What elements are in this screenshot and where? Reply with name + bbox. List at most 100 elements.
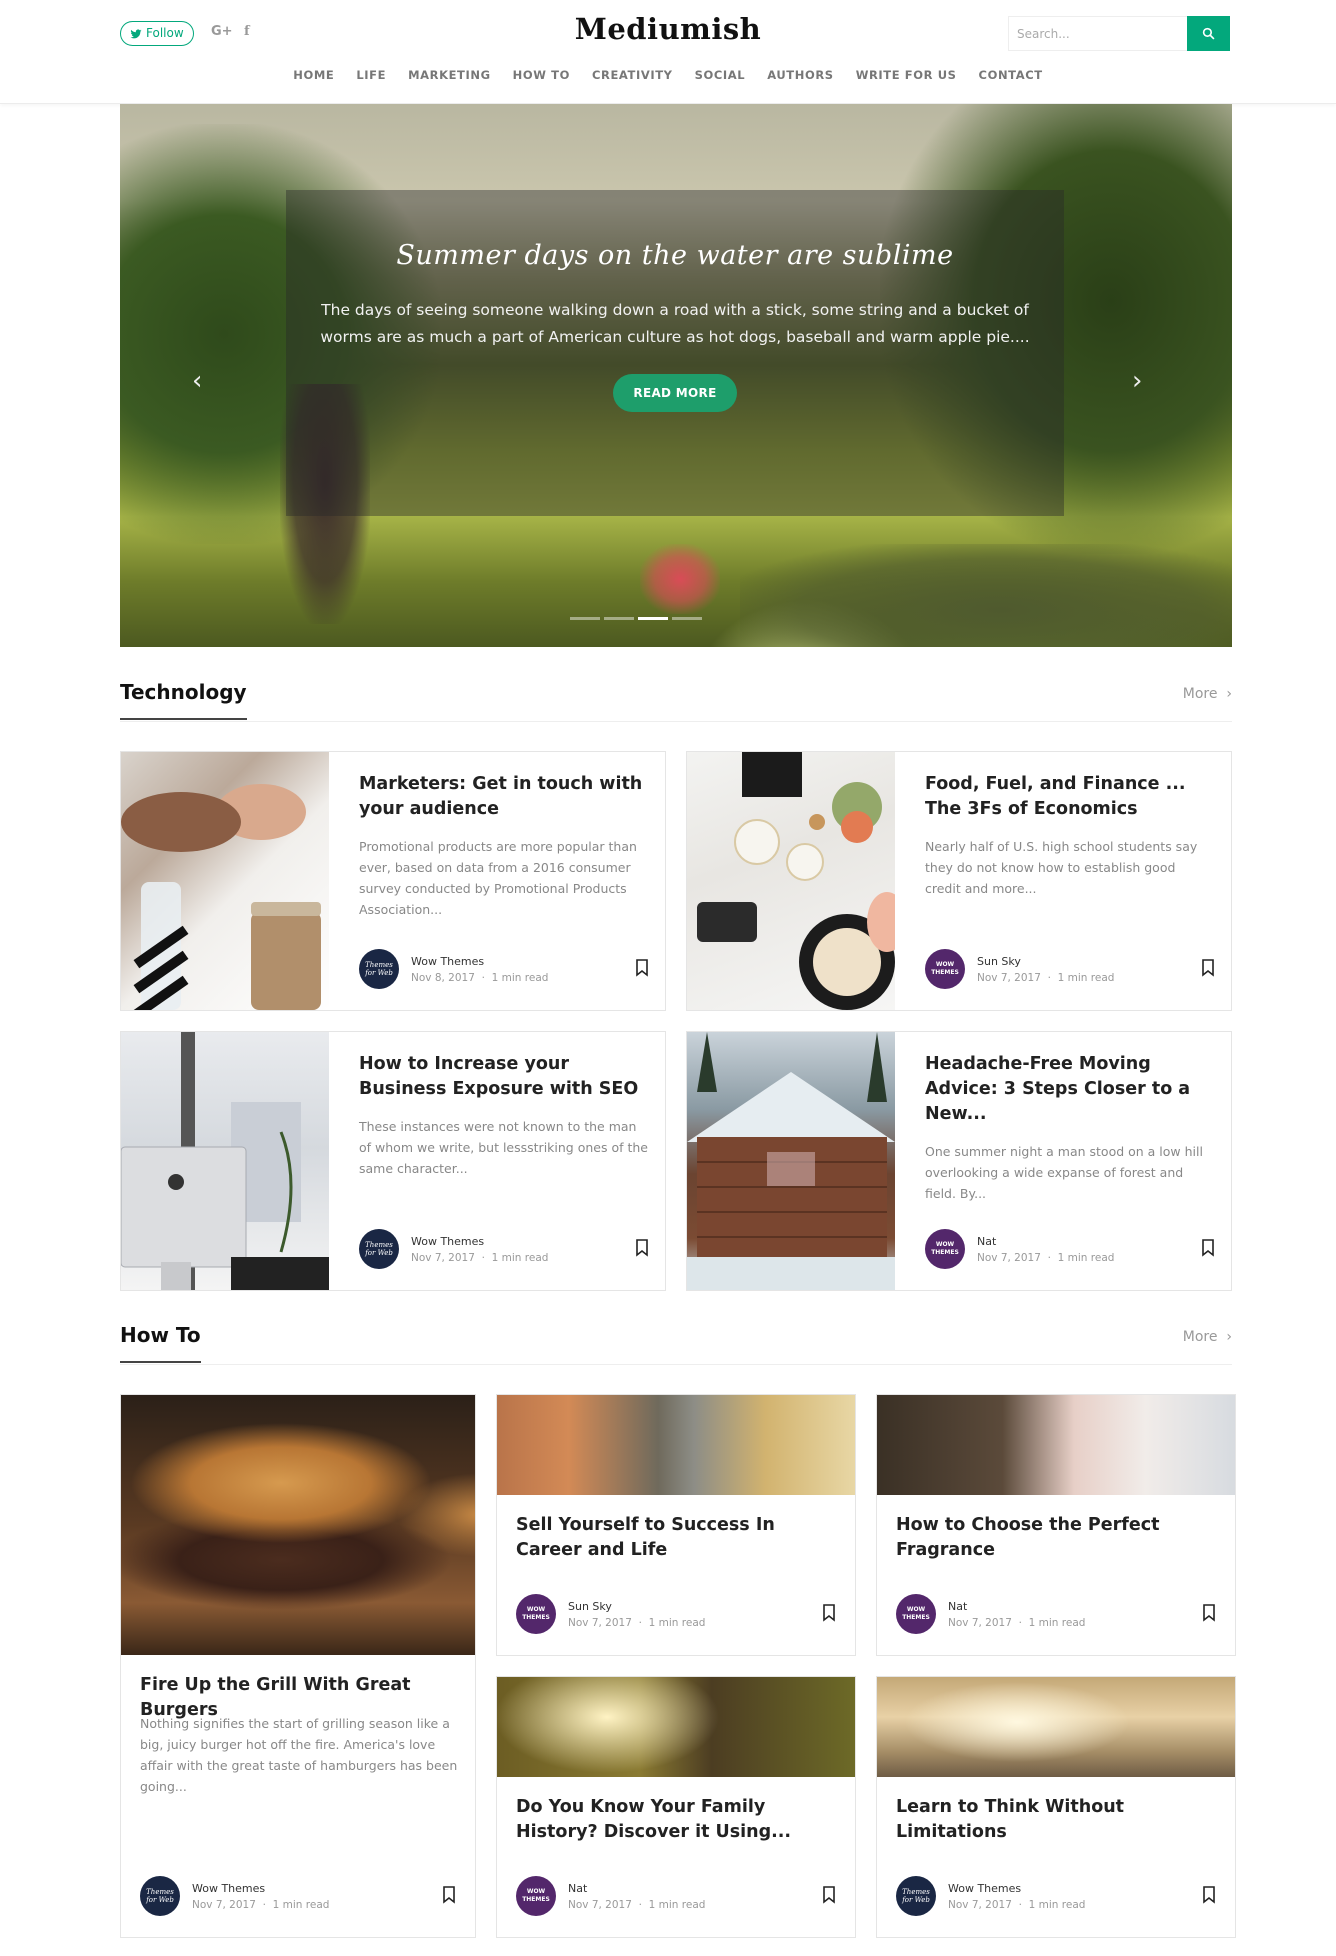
author-name[interactable]: Nat (977, 1235, 1114, 1248)
post-thumbnail[interactable] (877, 1395, 1235, 1495)
author-name[interactable]: Wow Themes (948, 1882, 1085, 1895)
nav-marketing[interactable]: MARKETING (408, 68, 491, 82)
bookmark-icon[interactable] (822, 1604, 836, 1622)
nav-authors[interactable]: AUTHORS (767, 68, 833, 82)
post-excerpt: Nothing signifies the start of grilling … (140, 1716, 458, 1794)
post-title[interactable]: Marketers: Get in touch with your audien… (359, 772, 649, 822)
post-title[interactable]: Sell Yourself to Success In Career and L… (516, 1513, 846, 1563)
chevron-right-icon[interactable]: › (1132, 366, 1142, 396)
post-card[interactable]: Marketers: Get in touch with your audien… (120, 751, 666, 1011)
author-name[interactable]: Nat (948, 1600, 1085, 1613)
post-excerpt: Nearly half of U.S. high school students… (925, 839, 1198, 896)
hero-carousel[interactable]: Summer days on the water are sublime The… (120, 104, 1232, 647)
author-avatar[interactable]: Themes for Web (140, 1876, 180, 1916)
post-thumbnail[interactable] (687, 752, 895, 1010)
nav-home[interactable]: HOME (293, 68, 334, 82)
hero-excerpt: The days of seeing someone walking down … (320, 301, 1030, 346)
post-body: Food, Fuel, and Finance ... The 3Fs of E… (925, 772, 1215, 899)
author-avatar[interactable]: Themes for Web (896, 1876, 936, 1916)
post-body: Marketers: Get in touch with your audien… (359, 772, 649, 920)
author-name[interactable]: Wow Themes (192, 1882, 329, 1895)
bookmark-icon[interactable] (635, 959, 649, 977)
post-thumbnail[interactable] (877, 1677, 1235, 1777)
post-thumbnail[interactable] (497, 1395, 855, 1495)
post-title[interactable]: Food, Fuel, and Finance ... The 3Fs of E… (925, 772, 1215, 822)
post-thumbnail[interactable] (121, 752, 329, 1010)
author-avatar[interactable]: WOW THEMES (896, 1594, 936, 1634)
bookmark-icon[interactable] (635, 1239, 649, 1257)
nav-life[interactable]: LIFE (356, 68, 386, 82)
post-card[interactable]: Food, Fuel, and Finance ... The 3Fs of E… (686, 751, 1232, 1011)
carousel-dot[interactable] (570, 617, 600, 620)
author-avatar[interactable]: WOW THEMES (925, 949, 965, 989)
nav-creativity[interactable]: CREATIVITY (592, 68, 673, 82)
bookmark-icon[interactable] (1201, 1239, 1215, 1257)
post-thumbnail[interactable] (687, 1032, 895, 1290)
author-avatar[interactable]: WOW THEMES (516, 1876, 556, 1916)
post-thumbnail[interactable] (121, 1395, 475, 1655)
bookmark-icon[interactable] (822, 1886, 836, 1904)
nav-how-to[interactable]: HOW TO (513, 68, 570, 82)
post-body: How to Increase your Business Exposure w… (359, 1052, 649, 1179)
post-title[interactable]: Learn to Think Without Limitations (896, 1795, 1226, 1845)
author-avatar[interactable]: Themes for Web (359, 1229, 399, 1269)
bookmark-icon[interactable] (1202, 1604, 1216, 1622)
post-meta: WOW THEMES Nat Nov 7, 2017 · 1 min read (516, 1876, 836, 1916)
featured-post-card[interactable]: Fire Up the Grill With Great Burgers Not… (120, 1394, 476, 1938)
carousel-indicators (570, 617, 702, 620)
more-link[interactable]: More › (1183, 1329, 1232, 1345)
hero-image-water (740, 544, 1232, 647)
post-card[interactable]: How to Choose the Perfect Fragrance WOW … (876, 1394, 1236, 1656)
author-name[interactable]: Wow Themes (411, 955, 548, 968)
post-card[interactable]: Learn to Think Without Limitations Theme… (876, 1676, 1236, 1938)
post-card[interactable]: Headache-Free Moving Advice: 3 Steps Clo… (686, 1031, 1232, 1291)
author-name[interactable]: Sun Sky (568, 1600, 705, 1613)
post-card[interactable]: How to Increase your Business Exposure w… (120, 1031, 666, 1291)
author-avatar[interactable]: Themes for Web (359, 949, 399, 989)
author-name[interactable]: Wow Themes (411, 1235, 548, 1248)
hero-title[interactable]: Summer days on the water are sublime (286, 240, 1064, 271)
hero-image-figure (640, 544, 720, 614)
post-date: Nov 7, 2017 · 1 min read (948, 1616, 1086, 1629)
nav-contact[interactable]: CONTACT (979, 68, 1043, 82)
post-card[interactable]: Sell Yourself to Success In Career and L… (496, 1394, 856, 1656)
section-header-how-to: How To More › (120, 1315, 1232, 1365)
author-name[interactable]: Nat (568, 1882, 705, 1895)
post-card[interactable]: Do You Know Your Family History? Discove… (496, 1676, 856, 1938)
search-button[interactable] (1187, 16, 1230, 51)
post-date: Nov 7, 2017 · 1 min read (411, 1251, 549, 1264)
author-name[interactable]: Sun Sky (977, 955, 1114, 968)
bookmark-icon[interactable] (442, 1886, 456, 1904)
post-date: Nov 7, 2017 · 1 min read (977, 1251, 1115, 1264)
bookmark-icon[interactable] (1202, 1886, 1216, 1904)
site-header: Follow G+ f Mediumish HOME LIFE MARKETIN… (0, 0, 1336, 104)
post-title[interactable]: How to Increase your Business Exposure w… (359, 1052, 649, 1102)
carousel-dot[interactable] (604, 617, 634, 620)
bookmark-icon[interactable] (1201, 959, 1215, 977)
read-more-button[interactable]: READ MORE (613, 374, 737, 412)
nav-write-for-us[interactable]: WRITE FOR US (856, 68, 957, 82)
post-meta: Themes for Web Wow Themes Nov 7, 2017 · … (896, 1876, 1216, 1916)
post-title[interactable]: Headache-Free Moving Advice: 3 Steps Clo… (925, 1052, 1215, 1127)
post-date: Nov 7, 2017 · 1 min read (977, 971, 1115, 984)
post-thumbnail[interactable] (497, 1677, 855, 1777)
post-meta: WOW THEMES Nat Nov 7, 2017 · 1 min read (896, 1594, 1216, 1634)
post-meta: WOW THEMES Sun Sky Nov 7, 2017 · 1 min r… (925, 949, 1215, 989)
search-input[interactable] (1008, 16, 1188, 51)
post-date: Nov 8, 2017 · 1 min read (411, 971, 549, 984)
more-link[interactable]: More › (1183, 686, 1232, 702)
carousel-dot[interactable] (672, 617, 702, 620)
post-thumbnail[interactable] (121, 1032, 329, 1290)
hero-caption: Summer days on the water are sublime The… (286, 190, 1064, 516)
author-avatar[interactable]: WOW THEMES (516, 1594, 556, 1634)
carousel-dot-active[interactable] (638, 617, 668, 620)
post-meta: Themes for Web Wow Themes Nov 8, 2017 · … (359, 949, 649, 989)
post-date: Nov 7, 2017 · 1 min read (568, 1616, 706, 1629)
post-title[interactable]: How to Choose the Perfect Fragrance (896, 1513, 1226, 1563)
post-title[interactable]: Do You Know Your Family History? Discove… (516, 1795, 846, 1845)
author-avatar[interactable]: WOW THEMES (925, 1229, 965, 1269)
post-meta: WOW THEMES Sun Sky Nov 7, 2017 · 1 min r… (516, 1594, 836, 1634)
chevron-left-icon[interactable]: ‹ (192, 366, 202, 396)
nav-social[interactable]: SOCIAL (695, 68, 746, 82)
post-date: Nov 7, 2017 · 1 min read (192, 1898, 330, 1911)
